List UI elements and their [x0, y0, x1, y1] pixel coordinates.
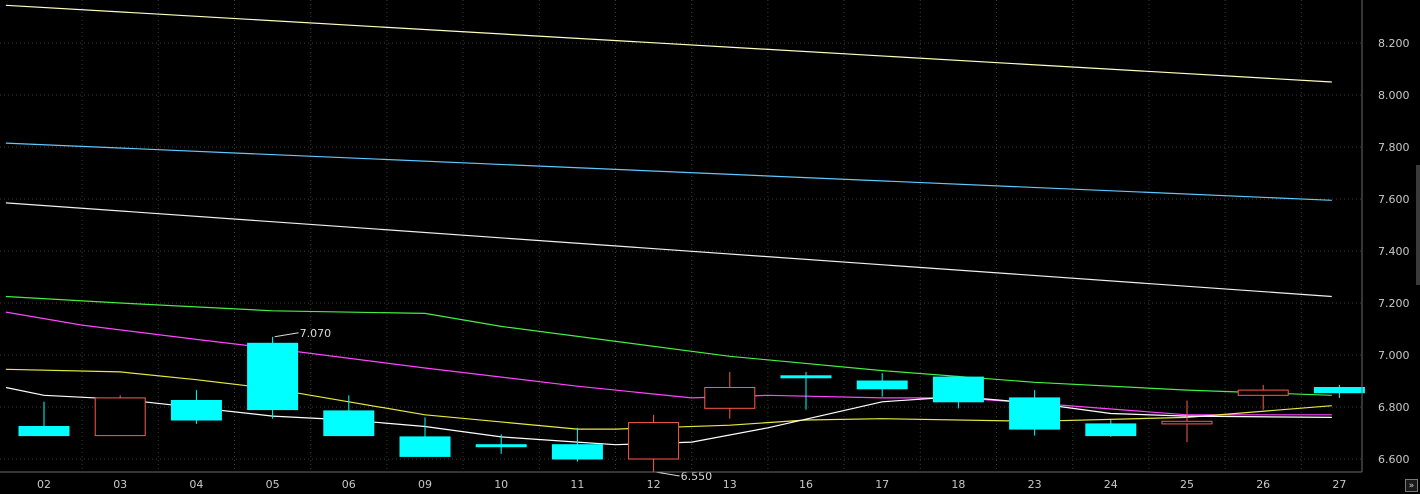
- candle: [399, 417, 451, 457]
- x-tick-label: 12: [647, 478, 661, 491]
- x-tick-label: 24: [1104, 478, 1118, 491]
- price-annotation: 7.070: [274, 327, 332, 340]
- candle-body: [323, 410, 375, 437]
- y-tick-label: 8.200: [1378, 37, 1410, 50]
- x-tick-label: 10: [494, 478, 508, 491]
- overlay-line: [5, 4, 1332, 83]
- scroll-right-button[interactable]: »: [1405, 479, 1418, 492]
- candle: [94, 395, 146, 437]
- annotation-pointer: [655, 471, 680, 477]
- candle-body: [399, 436, 451, 457]
- candle: [247, 336, 299, 419]
- candle-body: [1237, 389, 1289, 396]
- candle-body: [170, 400, 222, 421]
- annotation-label: 7.070: [300, 327, 332, 340]
- candle: [780, 371, 832, 410]
- candle: [1237, 384, 1289, 410]
- x-tick-label: 02: [37, 478, 51, 491]
- x-tick-label: 16: [799, 478, 813, 491]
- candle-body: [247, 342, 299, 411]
- overlay-lines: [5, 4, 1332, 446]
- chart-canvas[interactable]: 7.0706.550 02 03 04 05 06 09 10 11 12 13 16 17 18 23 2…: [0, 0, 1420, 494]
- candle-body: [94, 397, 146, 437]
- candlestick-chart[interactable]: 7.070 6.550 02 03 04 05 06 09 10 11 12 13 16 17 18 23 2…: [0, 0, 1420, 494]
- x-tick-label: 23: [1028, 478, 1042, 491]
- y-tick-label: 6.800: [1378, 401, 1410, 414]
- candle-body: [780, 375, 832, 379]
- x-tick-label: 11: [570, 478, 584, 491]
- x-tick-label: 27: [1332, 478, 1346, 491]
- y-axis: 8.200 8.000 7.800 7.600 7.400 7.200 7.000 6.800…: [1361, 0, 1410, 472]
- annotation-pointer: [274, 332, 299, 338]
- candle-body: [1161, 420, 1213, 425]
- y-tick-label: 7.000: [1378, 349, 1410, 362]
- x-tick-label: 03: [113, 478, 127, 491]
- candle: [628, 414, 680, 472]
- x-tick-label: 26: [1256, 478, 1270, 491]
- y-tick-label: 6.600: [1378, 453, 1410, 466]
- x-tick-label: 18: [951, 478, 965, 491]
- candle-body: [856, 380, 908, 390]
- x-tick-label: 04: [189, 478, 203, 491]
- overlay-line: [5, 311, 1332, 416]
- overlay-line: [5, 202, 1332, 298]
- candle-body: [704, 387, 756, 409]
- y-tick-label: 7.800: [1378, 141, 1410, 154]
- candle-body: [628, 422, 680, 460]
- candle-body: [1009, 397, 1061, 430]
- candle-body: [475, 444, 527, 448]
- candle: [323, 395, 375, 437]
- candle: [856, 373, 908, 397]
- y-tick-label: 7.400: [1378, 245, 1410, 258]
- x-tick-label: 09: [418, 478, 432, 491]
- y-tick-label: 7.200: [1378, 297, 1410, 310]
- candle-body: [551, 444, 603, 460]
- annotations: 7.0706.550: [274, 327, 712, 483]
- candle: [1009, 390, 1061, 436]
- candle-body: [18, 426, 70, 437]
- y-tick-label: 8.000: [1378, 89, 1410, 102]
- x-tick-label: 05: [266, 478, 280, 491]
- x-tick-label: 25: [1180, 478, 1194, 491]
- candle: [170, 390, 222, 424]
- candle-body: [1313, 387, 1365, 394]
- x-tick-label: 13: [723, 478, 737, 491]
- overlay-line: [5, 142, 1332, 201]
- x-tick-label: 06: [342, 478, 356, 491]
- candle: [1085, 420, 1137, 437]
- candle: [704, 371, 756, 419]
- candle: [1313, 384, 1365, 398]
- candle: [551, 427, 603, 462]
- x-tick-label: 17: [875, 478, 889, 491]
- candle-body: [1085, 423, 1137, 437]
- candle: [932, 375, 984, 409]
- candle: [475, 434, 527, 454]
- candle-body: [932, 376, 984, 403]
- y-tick-label: 7.600: [1378, 193, 1410, 206]
- candle: [18, 401, 70, 437]
- price-axis-scroll-handle[interactable]: [1416, 165, 1420, 285]
